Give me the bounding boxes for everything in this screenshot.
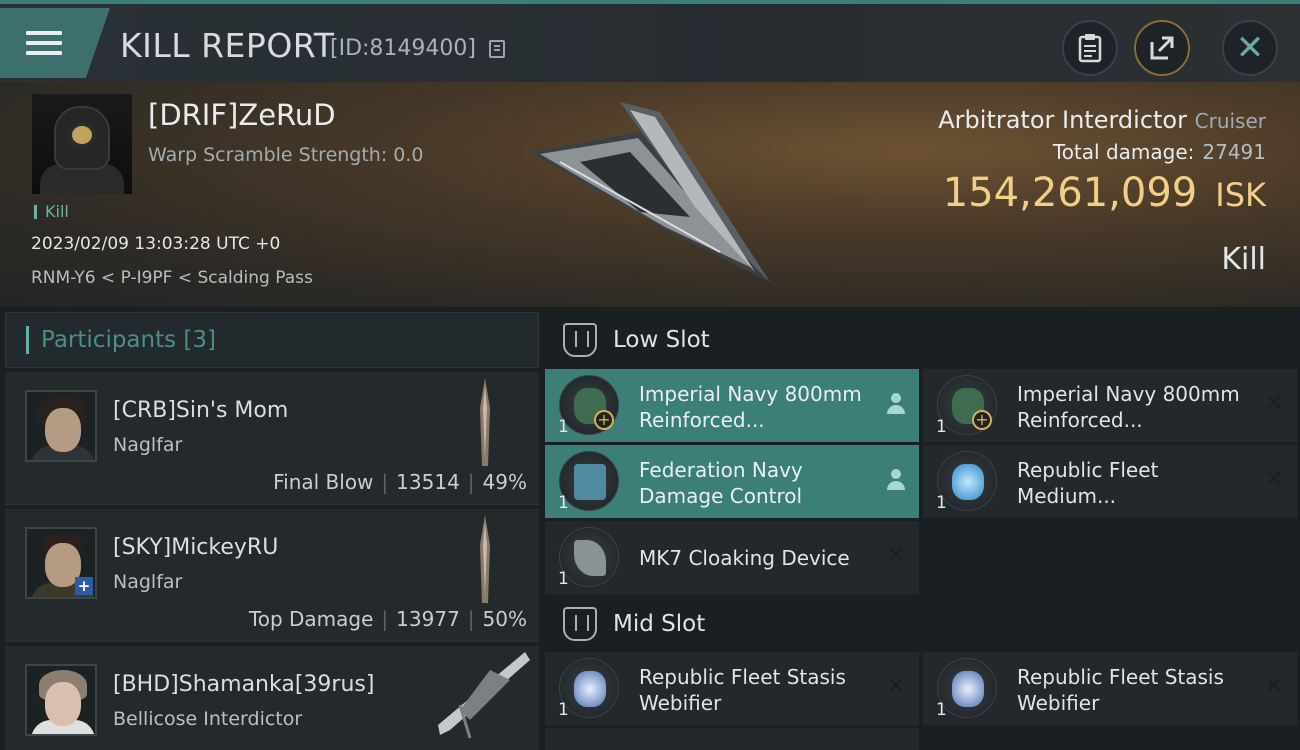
page-title: KILL REPORT [120,26,335,65]
module-item[interactable]: 1 Federation Navy Damage Control [545,445,919,518]
kill-tag: Kill [34,204,69,220]
module-item[interactable]: 1 Republic Fleet Stasis Webifier ✕ [923,652,1297,725]
destroyed-x-icon: ✕ [1264,391,1283,416]
module-item[interactable]: 1 MK7 Cloaking Device ✕ [545,521,919,594]
victim-avatar[interactable] [32,94,132,194]
module-name: Republic Fleet Stasis Webifier [639,665,846,715]
participant-ship: Naglfar [113,571,183,593]
ship-class: Cruiser [1194,109,1266,133]
module-quantity: 1 [558,417,569,437]
person-icon [887,469,905,491]
close-icon: ✕ [1235,28,1265,68]
clipboard-icon [1078,34,1102,63]
destroyed-x-icon: ✕ [886,543,905,568]
participant-avatar[interactable]: + [25,527,97,599]
share-icon [1150,36,1174,60]
module-item[interactable]: 1 Republic Fleet Medium... ✕ [923,445,1297,518]
module-quantity: 1 [936,493,947,513]
module-quantity: 1 [558,493,569,513]
kill-location: RNM-Y6 < P-I9PF < Scalding Pass [31,268,313,288]
participant-ship: Naglfar [113,434,183,456]
participants-title: Participants [3] [41,327,216,353]
fitting-panel: Low Slot + 1 Imperial Navy 800mm Reinfor… [545,312,1300,750]
report-id: [ID:8149400] [330,36,476,61]
low-slot-header: Low Slot [545,312,1300,368]
module-name: Republic Fleet Stasis Webifier [1017,665,1224,715]
close-button[interactable]: ✕ [1222,20,1278,76]
destroyed-x-icon: ✕ [1264,467,1283,492]
module-name: Imperial Navy 800mm Reinforced... [1017,382,1240,432]
mid-slot-header: Mid Slot [545,596,1300,652]
top-bar: KILL REPORT [ID:8149400] ✕ [0,0,1300,82]
victim-ship-image [530,102,770,282]
participants-header: Participants [3] [5,312,539,368]
participant-name: [BHD]Shamanka[39rus] [113,672,375,697]
participant-row[interactable]: [BHD]Shamanka[39rus] Bellicose Interdict… [5,646,539,750]
menu-button[interactable] [0,8,110,78]
plus-badge-icon: + [75,577,93,595]
module-quantity: 1 [936,700,947,720]
participant-avatar[interactable] [25,390,97,462]
isk-value: 154,261,099 ISK [942,170,1266,216]
kill-result: Kill [1221,242,1266,277]
participant-ship: Bellicose Interdictor [113,708,303,730]
slot-icon [563,607,597,641]
participant-avatar[interactable] [25,664,97,736]
hamburger-icon [26,25,62,61]
victim-ship-name[interactable]: Arbitrator Interdictor Cruiser [938,106,1266,134]
participant-ship-icon [480,378,490,466]
module-item-partial[interactable] [545,728,919,750]
participant-ship-icon [480,515,490,603]
destroyed-x-icon: ✕ [886,674,905,699]
kill-timestamp: 2023/02/09 13:03:28 UTC +0 [31,234,281,254]
participant-name: [SKY]MickeyRU [113,535,279,560]
participant-stats: Final Blow | 13514 | 49% [273,470,527,494]
clipboard-button[interactable] [1062,20,1118,76]
module-item[interactable]: 1 Republic Fleet Stasis Webifier ✕ [545,652,919,725]
victim-name[interactable]: [DRIF]ZeRuD [148,98,336,132]
module-name: Imperial Navy 800mm Reinforced... [639,382,862,432]
isk-unit: ISK [1215,176,1266,214]
participant-row[interactable]: [CRB]Sin's Mom Naglfar Final Blow | 13514 |… [5,372,539,505]
mid-slot-title: Mid Slot [613,611,706,637]
module-quantity: 1 [558,569,569,589]
module-quantity: 1 [936,417,947,437]
warp-scramble-strength: Warp Scramble Strength: 0.0 [148,144,424,166]
share-button[interactable] [1134,20,1190,76]
victim-banner: [DRIF]ZeRuD Warp Scramble Strength: 0.0 … [0,82,1300,307]
module-item[interactable]: + 1 Imperial Navy 800mm Reinforced... [545,369,919,442]
module-name: Federation Navy Damage Control [639,458,803,508]
participant-stats: Top Damage | 13977 | 50% [248,607,527,631]
slot-icon [563,323,597,357]
participant-name: [CRB]Sin's Mom [113,398,289,423]
total-damage-value: 27491 [1202,140,1266,164]
participant-ship-icon [438,652,530,739]
module-name: MK7 Cloaking Device [639,546,850,570]
module-item[interactable]: + 1 Imperial Navy 800mm Reinforced... ✕ [923,369,1297,442]
destroyed-x-icon: ✕ [1264,674,1283,699]
module-quantity: 1 [558,700,569,720]
module-name: Republic Fleet Medium... [1017,458,1159,508]
low-slot-title: Low Slot [613,327,710,353]
total-damage: Total damage: 27491 [1052,140,1266,164]
participants-panel: Participants [3] [CRB]Sin's Mom Naglfar … [5,312,539,750]
person-icon [887,393,905,415]
participant-row[interactable]: + [SKY]MickeyRU Naglfar Top Damage | 13977… [5,509,539,642]
copy-icon[interactable] [489,40,505,58]
